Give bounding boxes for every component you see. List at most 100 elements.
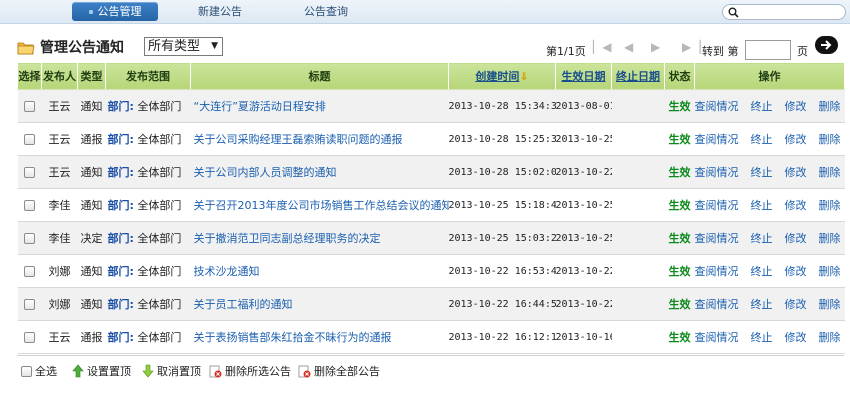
status-badge: 生效 (668, 331, 691, 344)
col-end-date[interactable]: 终止日期 (611, 62, 665, 90)
edit-link[interactable]: 修改 (785, 265, 807, 278)
search-input[interactable] (741, 6, 841, 18)
edit-link[interactable]: 修改 (785, 331, 807, 344)
title-link[interactable]: “大连行”夏游活动日程安排 (190, 89, 449, 123)
terminate-link[interactable]: 终止 (751, 166, 773, 179)
delete-link[interactable]: 删除 (819, 331, 841, 344)
tab-announcement-query[interactable]: 公告查询 (288, 2, 364, 21)
title-link[interactable]: 关于召开2013年度公司市场销售工作总结会议的通知 (190, 188, 449, 222)
page-title: 管理公告通知 (40, 40, 124, 56)
type-filter-select[interactable]: 所有类型 ▼ (144, 37, 223, 56)
view-status-link[interactable]: 查阅情况 (695, 100, 739, 113)
edit-link[interactable]: 修改 (785, 100, 807, 113)
row-checkbox-cell (17, 122, 42, 156)
select-all-checkbox[interactable]: 全选 (21, 363, 57, 379)
edit-link[interactable]: 修改 (785, 199, 807, 212)
title-link[interactable]: 技术沙龙通知 (190, 254, 449, 288)
effective-date-sort-link[interactable]: 生效日期 (562, 70, 606, 83)
terminate-link[interactable]: 终止 (751, 199, 773, 212)
title-link[interactable]: 关于公司采购经理王磊索贿读职问题的通报 (190, 122, 449, 156)
created-time-sort-link[interactable]: 创建时间 (475, 70, 519, 83)
row-checkbox[interactable] (24, 101, 35, 112)
prev-page-icon[interactable]: ◀ (624, 40, 633, 54)
terminate-link[interactable]: 终止 (751, 232, 773, 245)
type-cell: 通知 (77, 254, 106, 288)
table-row: 王云 通报 部门: 全体部门 关于表扬销售部朱红拾金不昧行为的通报 2013-10-22… (17, 320, 845, 354)
terminate-link[interactable]: 终止 (751, 265, 773, 278)
scope-cell: 部门: 全体部门 (105, 122, 191, 156)
view-status-link[interactable]: 查阅情况 (695, 199, 739, 212)
type-cell: 通知 (77, 188, 106, 222)
delete-link[interactable]: 删除 (819, 133, 841, 146)
type-cell: 通知 (77, 155, 106, 189)
delete-link[interactable]: 删除 (819, 199, 841, 212)
edit-link[interactable]: 修改 (785, 232, 807, 245)
delete-all-button[interactable]: 删除全部公告 (298, 363, 380, 379)
tab-label: 公告管理 (97, 5, 142, 18)
status-cell: 生效 (664, 221, 695, 255)
dept-label: 部门: (107, 232, 134, 245)
view-status-link[interactable]: 查阅情况 (695, 298, 739, 311)
table-row: 刘娜 通知 部门: 全体部门 关于员工福利的通知 2013-10-22 16:44:56… (17, 287, 845, 321)
row-checkbox[interactable] (24, 299, 35, 310)
scope-cell: 部门: 全体部门 (105, 254, 191, 288)
tab-new-announcement[interactable]: 新建公告 (182, 2, 258, 21)
view-status-link[interactable]: 查阅情况 (695, 166, 739, 179)
delete-link[interactable]: 删除 (819, 232, 841, 245)
tab-announcement-manage[interactable]: 公告管理 (72, 2, 158, 21)
type-cell: 通知 (77, 89, 106, 123)
terminate-link[interactable]: 终止 (751, 331, 773, 344)
unpin-button[interactable]: 取消置顶 (142, 363, 201, 379)
effective-date-cell: 2013-08-01 (555, 89, 612, 123)
last-page-icon[interactable]: ▶▕ (682, 40, 700, 54)
delete-link[interactable]: 删除 (819, 166, 841, 179)
operations-cell: 查阅情况 终止 修改 删除 (694, 254, 845, 288)
next-page-icon[interactable]: ▶ (651, 40, 660, 54)
col-created-time[interactable]: 创建时间⇓ (448, 62, 556, 90)
terminate-link[interactable]: 终止 (751, 298, 773, 311)
terminate-link[interactable]: 终止 (751, 133, 773, 146)
pin-button[interactable]: 设置置顶 (72, 363, 131, 379)
row-checkbox-cell (17, 254, 42, 288)
title-link[interactable]: 关于撤消范卫同志副总经理职务的决定 (190, 221, 449, 255)
first-page-icon[interactable]: ▏◀ (593, 40, 611, 54)
view-status-link[interactable]: 查阅情况 (695, 331, 739, 344)
operations-cell: 查阅情况 终止 修改 删除 (694, 287, 845, 321)
row-checkbox[interactable] (24, 233, 35, 244)
delete-selected-button[interactable]: 删除所选公告 (209, 363, 291, 379)
status-badge: 生效 (668, 298, 691, 311)
title-link[interactable]: 关于公司内部人员调整的通知 (190, 155, 449, 189)
publisher-cell: 李佳 (41, 221, 78, 255)
bottom-toolbar: 全选 设置置顶 取消置顶 删除所选公告 删除全部公告 (17, 355, 844, 383)
row-checkbox[interactable] (24, 332, 35, 343)
effective-date-cell: 2013-10-16 (555, 320, 612, 354)
col-effective-date[interactable]: 生效日期 (555, 62, 612, 90)
row-checkbox[interactable] (24, 167, 35, 178)
delete-link[interactable]: 删除 (819, 265, 841, 278)
row-checkbox[interactable] (24, 134, 35, 145)
row-checkbox[interactable] (24, 266, 35, 277)
edit-link[interactable]: 修改 (785, 298, 807, 311)
view-status-link[interactable]: 查阅情况 (695, 265, 739, 278)
title-link[interactable]: 关于员工福利的通知 (190, 287, 449, 321)
goto-page-input[interactable] (745, 40, 791, 60)
view-status-link[interactable]: 查阅情况 (695, 232, 739, 245)
scope-value: 全体部门 (137, 133, 182, 146)
search-box[interactable] (722, 4, 846, 20)
terminate-link[interactable]: 终止 (751, 100, 773, 113)
go-button[interactable] (815, 36, 838, 54)
end-date-cell (611, 188, 665, 222)
scope-cell: 部门: 全体部门 (105, 188, 191, 222)
end-date-sort-link[interactable]: 终止日期 (616, 70, 660, 83)
type-cell: 决定 (77, 221, 106, 255)
title-link[interactable]: 关于表扬销售部朱红拾金不昧行为的通报 (190, 320, 449, 354)
view-status-link[interactable]: 查阅情况 (695, 133, 739, 146)
delete-link[interactable]: 删除 (819, 298, 841, 311)
row-checkbox[interactable] (24, 200, 35, 211)
operations-cell: 查阅情况 终止 修改 删除 (694, 155, 845, 189)
edit-link[interactable]: 修改 (785, 133, 807, 146)
dept-label: 部门: (107, 331, 134, 344)
edit-link[interactable]: 修改 (785, 166, 807, 179)
dept-label: 部门: (107, 133, 134, 146)
delete-link[interactable]: 删除 (819, 100, 841, 113)
